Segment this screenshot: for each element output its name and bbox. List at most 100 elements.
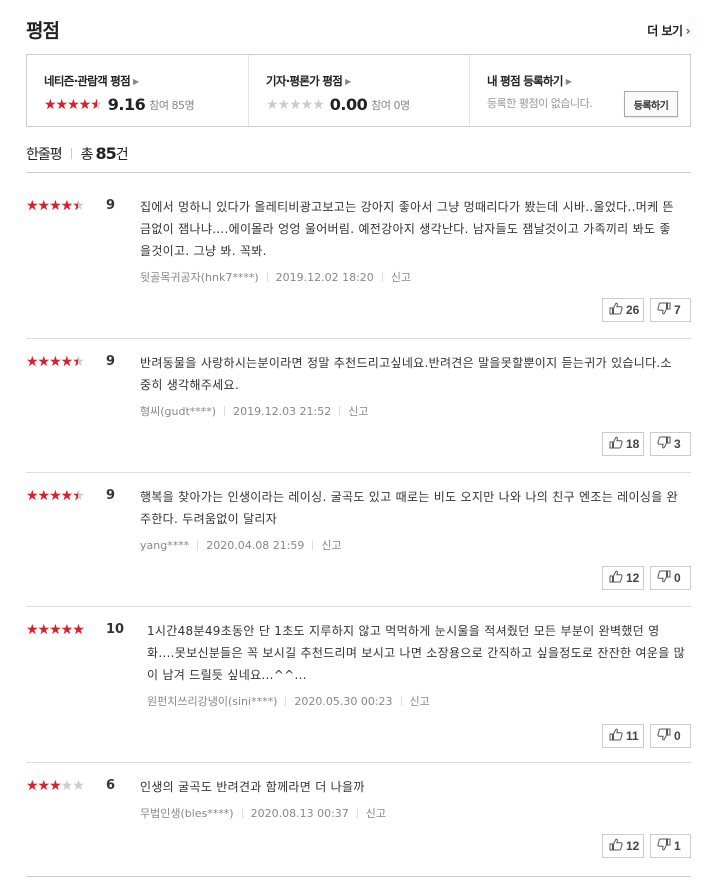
star-rating-icon: ★★★★★★★★★★ [26, 198, 85, 214]
review-meta: 무법인생(bles****) 2020.08.13 00:37 신고 [140, 805, 680, 821]
chevron-right-icon: › [685, 24, 691, 38]
netizen-rating: 네티즌·관람객 평점 ▶ ★★★★★ ★★★★★ 9.16 참여 85명 [27, 55, 248, 126]
thumbs-up-icon [609, 728, 626, 744]
netizen-score: 9.16 [107, 95, 146, 114]
critic-score: 0.00 [329, 95, 368, 114]
review-body: 행복을 찾아가는 인생이라는 레이싱. 굴곡도 있고 때로는 비도 오지만 나와… [140, 486, 680, 553]
dislike-button[interactable]: 0 [650, 566, 691, 590]
review-date: 2019.12.03 21:52 [233, 405, 332, 418]
vote-buttons: 18 3 [602, 432, 691, 456]
my-rating-title[interactable]: 내 평점 등록하기 ▶ [487, 73, 690, 89]
like-button[interactable]: 11 [602, 724, 644, 748]
meta-divider [197, 540, 199, 550]
review-divider [26, 338, 691, 339]
like-button[interactable]: 12 [602, 834, 644, 858]
review-author[interactable]: 형씨(gudt****) [140, 405, 216, 418]
meta-divider [312, 540, 314, 550]
dislike-count: 3 [674, 437, 681, 451]
like-count: 11 [626, 729, 639, 743]
netizen-rating-title[interactable]: 네티즌·관람객 평점 ▶ [44, 73, 248, 89]
thumbs-down-icon [657, 838, 674, 854]
dislike-button[interactable]: 1 [650, 834, 691, 858]
total-prefix: 총 [80, 147, 94, 163]
divider [26, 876, 691, 877]
report-link[interactable]: 신고 [348, 405, 368, 418]
review-star-rating: ★★★★★★★★★★ [26, 489, 85, 503]
thumbs-down-icon [657, 436, 674, 452]
like-count: 18 [626, 437, 640, 451]
like-button[interactable]: 12 [602, 566, 644, 590]
register-rating-button[interactable]: 등록하기 [624, 91, 678, 117]
meta-divider [266, 272, 268, 282]
thumbs-up-icon [609, 570, 626, 586]
thumbs-up-icon [609, 302, 626, 318]
report-link[interactable]: 신고 [391, 271, 411, 284]
dislike-count: 0 [674, 729, 681, 743]
star-rating-icon: ★★★★★★★★★★ [266, 96, 325, 113]
caret-right-icon: ▶ [345, 77, 351, 86]
review-divider [26, 472, 691, 473]
review-date: 2020.08.13 00:37 [250, 807, 349, 820]
meta-divider [356, 808, 358, 818]
total-count: 85 [95, 144, 117, 163]
review-author[interactable]: 무법인생(bles****) [140, 807, 234, 820]
dislike-button[interactable]: 0 [650, 724, 691, 748]
review-text: 집에서 멍하니 있다가 올레티비광고보고는 강아지 좋아서 그냥 멍때리다가 봤… [140, 200, 674, 258]
dislike-count: 1 [674, 839, 681, 853]
report-link[interactable]: 신고 [366, 807, 386, 820]
review-score: 6 [106, 778, 116, 793]
review-star-rating: ★★★★★★★★★★ [26, 622, 85, 638]
more-link[interactable]: 더 보기 › [647, 22, 690, 39]
my-rating: 내 평점 등록하기 ▶ 등록한 평점이 없습니다. 등록하기 [469, 55, 690, 126]
review-text: 행복을 찾아가는 인생이라는 레이싱. 굴곡도 있고 때로는 비도 오지만 나와… [140, 490, 678, 526]
report-link[interactable]: 신고 [410, 695, 430, 708]
thumbs-down-icon [657, 570, 674, 586]
review-meta: 뒷골목귀공자(hnk7****) 2019.12.02 18:20 신고 [140, 269, 680, 285]
critic-rating: 기자·평론가 평점▶ ★★★★★★★★★★ 0.00 참여 0명 [248, 55, 469, 126]
meta-divider [241, 808, 243, 818]
thumbs-down-icon [657, 302, 674, 318]
more-link-label[interactable]: 더 보기 [647, 24, 683, 38]
review-score: 9 [106, 488, 116, 503]
thumbs-down-icon [657, 728, 674, 744]
review-score: 10 [106, 622, 125, 637]
review-body: 반려동물을 사랑하시는분이라면 정말 추천드리고싶네요.반려견은 말을못할뿐이지… [140, 352, 680, 419]
title-divider [70, 148, 72, 159]
critic-rating-title[interactable]: 기자·평론가 평점 ▶ [266, 73, 469, 89]
review-meta: 원펀치쓰리강냉이(sini****) 2020.05.30 00:23 신고 [147, 693, 687, 709]
review-body: 인생의 굴곡도 반려견과 함께라면 더 나을까 무법인생(bles****) 202… [140, 776, 680, 821]
review-score: 9 [106, 354, 116, 369]
review-author[interactable]: yang**** [140, 539, 189, 552]
star-rating-icon: ★★★★★★★★★★ [26, 778, 85, 794]
like-button[interactable]: 18 [602, 432, 644, 456]
review-meta: yang**** 2020.04.08 21:59 신고 [140, 537, 680, 553]
meta-divider [339, 406, 341, 416]
dislike-button[interactable]: 7 [650, 298, 691, 322]
dislike-button[interactable]: 3 [650, 432, 691, 456]
review-date: 2019.12.02 18:20 [275, 271, 374, 284]
review-section-title: 한줄평 총 85 건 [26, 144, 129, 164]
review-date: 2020.05.30 00:23 [294, 695, 393, 708]
page-title: 평점 [26, 20, 60, 42]
rating-summary: 네티즌·관람객 평점 ▶ ★★★★★ ★★★★★ 9.16 참여 85명 기자·평론… [26, 54, 691, 127]
star-rating-icon: ★★★★★★★★★★ [26, 622, 85, 638]
like-button[interactable]: 26 [602, 298, 644, 322]
divider [26, 172, 691, 173]
vote-buttons: 11 0 [602, 724, 691, 748]
review-star-rating: ★★★★★★★★★★ [26, 354, 85, 370]
section-title: 한줄평 [26, 147, 63, 163]
report-link[interactable]: 신고 [321, 539, 341, 552]
meta-divider [285, 696, 287, 706]
review-text: 1시간48분49초동안 단 1초도 지루하지 않고 먹먹하게 눈시울을 적셔줬던… [147, 624, 685, 682]
review-divider [26, 762, 691, 763]
like-count: 26 [626, 303, 640, 317]
like-count: 12 [626, 571, 640, 585]
star-rating-icon: ★★★★★★★★★★ [26, 354, 85, 370]
thumbs-up-icon [609, 838, 626, 854]
vote-buttons: 26 7 [602, 298, 691, 322]
dislike-count: 7 [674, 303, 681, 317]
review-author[interactable]: 뒷골목귀공자(hnk7****) [140, 271, 259, 284]
review-author[interactable]: 원펀치쓰리강냉이(sini****) [147, 695, 277, 708]
page-header: 평점 더 보기 › [26, 16, 691, 44]
meta-divider [400, 696, 402, 706]
